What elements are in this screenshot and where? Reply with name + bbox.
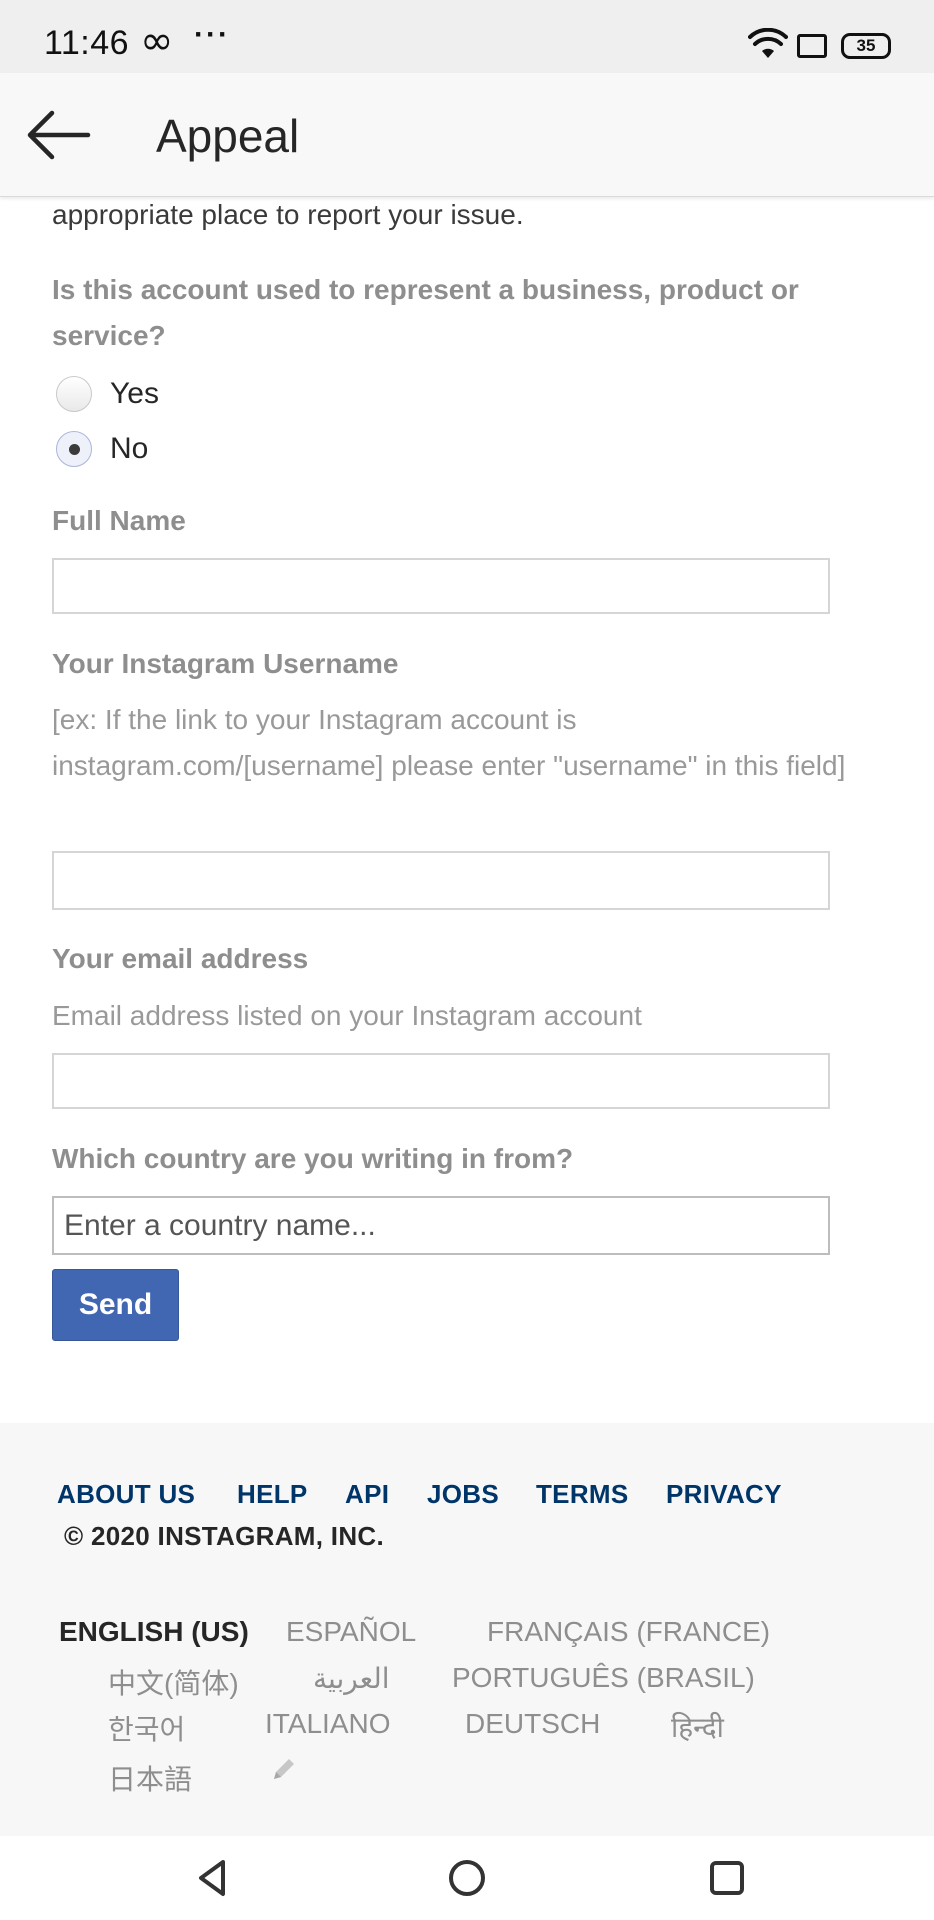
language-arabic[interactable]: العربية <box>313 1662 390 1695</box>
infinity-icon: ∞ <box>140 18 174 64</box>
language-hindi[interactable]: हिन्दी <box>671 1708 724 1746</box>
language-deutsch[interactable]: DEUTSCH <box>465 1708 600 1740</box>
email-help-text: Email address listed on your Instagram a… <box>52 1000 642 1031</box>
recents-square-icon[interactable] <box>699 1850 755 1906</box>
wifi-icon <box>748 28 788 58</box>
country-label: Which country are you writing in from? <box>52 1143 574 1174</box>
back-triangle-icon[interactable] <box>185 1850 241 1906</box>
business-question: Is this account used to represent a busi… <box>52 274 799 351</box>
username-label: Your Instagram Username <box>52 648 399 679</box>
page-title: Appeal <box>156 110 300 162</box>
country-input[interactable] <box>52 1196 830 1255</box>
radio-button[interactable] <box>56 376 92 412</box>
language-korean[interactable]: 한국어 <box>108 1708 185 1748</box>
email-label: Your email address <box>52 943 309 974</box>
system-nav-bar <box>0 1836 934 1920</box>
footer-link-privacy[interactable]: PRIVACY <box>666 1479 782 1510</box>
send-button[interactable]: Send <box>52 1269 179 1341</box>
screen-cast-icon <box>797 34 827 58</box>
footer-link-help[interactable]: HELP <box>237 1479 308 1510</box>
footer-link-terms[interactable]: TERMS <box>536 1479 629 1510</box>
pencil-icon[interactable] <box>270 1755 298 1783</box>
radio-no[interactable]: No <box>56 429 148 469</box>
language-portuguese-brasil[interactable]: PORTUGUÊS (BRASIL) <box>452 1662 755 1694</box>
battery-icon: 35 <box>841 33 891 59</box>
home-circle-icon[interactable] <box>439 1850 495 1906</box>
language-japanese[interactable]: 日本語 <box>108 1758 192 1798</box>
status-bar: 11:46 ∞ ··· 35 <box>0 0 934 73</box>
copyright: © 2020 INSTAGRAM, INC. <box>64 1521 384 1551</box>
username-help-text: [ex: If the link to your Instagram accou… <box>52 704 846 781</box>
language-english-us[interactable]: ENGLISH (US) <box>59 1616 249 1648</box>
arrow-left-icon[interactable] <box>22 103 94 167</box>
email-input[interactable] <box>52 1053 830 1109</box>
radio-yes[interactable]: Yes <box>56 374 159 414</box>
app-bar: Appeal <box>0 73 934 197</box>
radio-label: Yes <box>110 377 159 410</box>
footer-link-api[interactable]: API <box>345 1479 389 1510</box>
language-chinese-simplified[interactable]: 中文(简体) <box>108 1662 239 1702</box>
username-input[interactable] <box>52 851 830 910</box>
more-notifications-icon: ··· <box>194 18 230 51</box>
footer-link-about-us[interactable]: ABOUT US <box>57 1479 195 1510</box>
status-time: 11:46 <box>44 24 130 62</box>
footer-link-jobs[interactable]: JOBS <box>427 1479 499 1510</box>
full-name-input[interactable] <box>52 558 830 614</box>
footer: ABOUT US HELP API JOBS TERMS PRIVACY © 2… <box>0 1423 934 1836</box>
language-espanol[interactable]: ESPAÑOL <box>286 1616 416 1648</box>
radio-label: No <box>110 432 149 465</box>
radio-button-checked[interactable] <box>56 431 92 467</box>
language-francais[interactable]: FRANÇAIS (FRANCE) <box>487 1616 770 1648</box>
language-italiano[interactable]: ITALIANO <box>265 1708 391 1740</box>
full-name-label: Full Name <box>52 505 186 536</box>
intro-text: appropriate place to report your issue. <box>52 199 524 230</box>
